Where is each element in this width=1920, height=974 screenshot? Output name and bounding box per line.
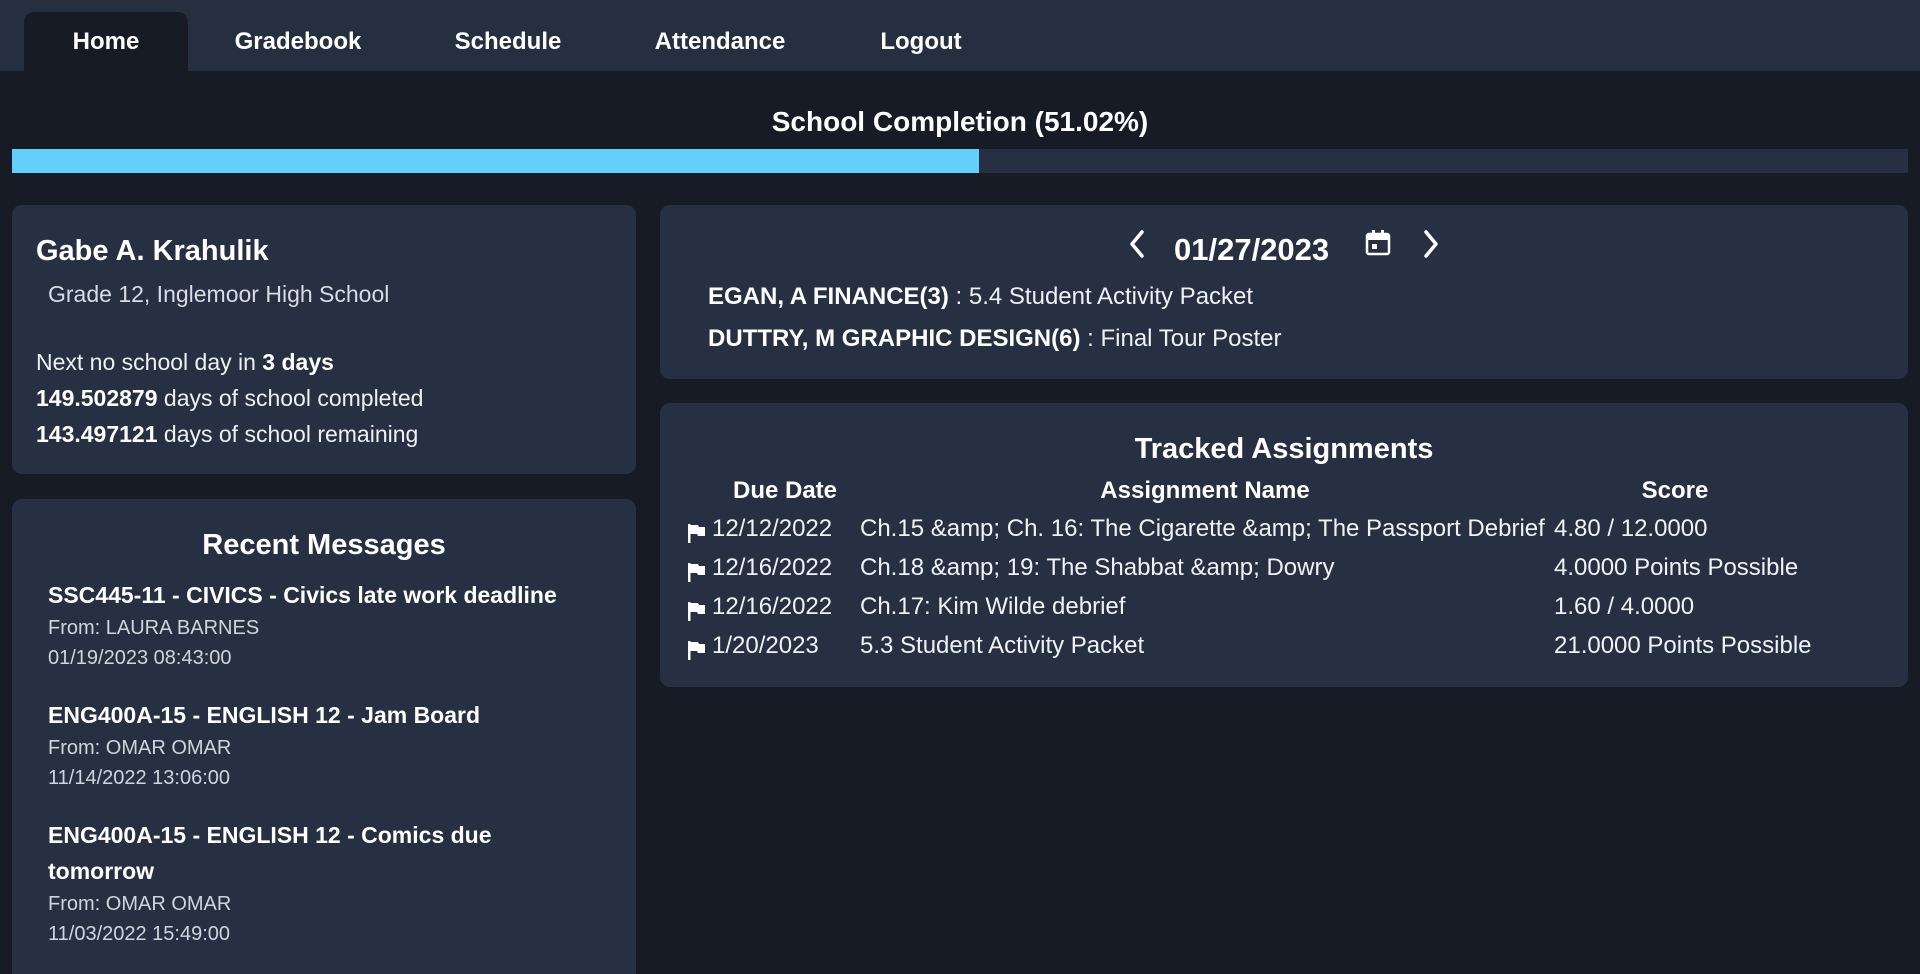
- assignment-name: : Final Tour Poster: [1080, 325, 1282, 352]
- class-name: EGAN, A FINANCE(3): [708, 283, 949, 310]
- message-date: 01/19/2023 08:43:00: [48, 647, 232, 669]
- column-header-due-date: Due Date: [732, 477, 838, 504]
- message-title[interactable]: ENG400A-15 - ENGLISH 12 - Jam Board: [48, 697, 608, 733]
- student-name: Gabe A. Krahulik: [36, 235, 269, 267]
- message-from: From: OMAR OMAR: [48, 893, 232, 915]
- due-date-cell: 1/20/2023: [712, 632, 819, 659]
- tab-logout[interactable]: Logout: [856, 12, 986, 71]
- assignment-name-cell: Ch.18 &amp; 19: The Shabbat &amp; Dowry: [860, 554, 1335, 581]
- table-row[interactable]: 12/16/2022 Ch.18 &amp; 19: The Shabbat &…: [686, 554, 1886, 590]
- profile-card: Gabe A. Krahulik Grade 12, Inglemoor Hig…: [12, 205, 636, 474]
- due-date-cell: 12/16/2022: [712, 554, 833, 581]
- message-date: 11/14/2022 13:06:00: [48, 767, 231, 789]
- score-cell: 21.0000 Points Possible: [1554, 632, 1812, 659]
- days-completed-stat: 149.502879 days of school completed: [36, 385, 423, 412]
- assignment-name-cell: Ch.17: Kim Wilde debrief: [860, 593, 1126, 620]
- selected-date: 01/27/2023: [1174, 232, 1330, 267]
- tab-schedule[interactable]: Schedule: [432, 12, 584, 71]
- tab-gradebook[interactable]: Gradebook: [210, 12, 386, 71]
- assignment-name-cell: Ch.15 &amp; Ch. 16: The Cigarette &amp; …: [860, 515, 1545, 542]
- next-no-school-stat: Next no school day in 3 days: [36, 349, 334, 376]
- chevron-right-icon[interactable]: [1418, 228, 1444, 265]
- table-row[interactable]: 1/20/2023 5.3 Student Activity Packet 21…: [686, 632, 1886, 668]
- days-remaining-value: 143.497121: [36, 421, 158, 447]
- assignment-name-cell: 5.3 Student Activity Packet: [860, 632, 1145, 659]
- table-row[interactable]: 12/16/2022 Ch.17: Kim Wilde debrief 1.60…: [686, 593, 1886, 629]
- completion-title: School Completion (51.02%): [771, 106, 1149, 137]
- days-remaining-label: days of school remaining: [157, 421, 419, 447]
- message-from: From: LAURA BARNES: [48, 617, 260, 639]
- message-title[interactable]: SSC445-11 - CIVICS - Civics late work de…: [48, 577, 608, 613]
- assignment-name: : 5.4 Student Activity Packet: [948, 283, 1254, 310]
- score-cell: 4.0000 Points Possible: [1554, 554, 1799, 581]
- score-cell: 4.80 / 12.0000: [1554, 515, 1708, 542]
- flag-icon[interactable]: [686, 522, 708, 549]
- tab-home[interactable]: Home: [24, 12, 188, 71]
- chevron-left-icon[interactable]: [1124, 228, 1150, 265]
- recent-messages-card: Recent Messages SSC445-11 - CIVICS - Civ…: [12, 499, 636, 974]
- message-date: 11/03/2022 15:49:00: [48, 923, 231, 945]
- student-grade-school: Grade 12, Inglemoor High School: [48, 281, 390, 307]
- score-cell: 1.60 / 4.0000: [1554, 593, 1695, 620]
- completion-progress-fill: [12, 149, 980, 173]
- flag-icon[interactable]: [686, 639, 708, 666]
- flag-icon[interactable]: [686, 600, 708, 627]
- next-no-school-label: Next no school day in: [36, 349, 263, 375]
- top-nav: Home Gradebook Schedule Attendance Logou…: [0, 0, 1920, 71]
- column-header-assignment-name: Assignment Name: [1100, 477, 1310, 504]
- flag-icon[interactable]: [686, 561, 708, 588]
- due-date-cell: 12/16/2022: [712, 593, 833, 620]
- tracked-assignments-heading: Tracked Assignments: [1134, 433, 1434, 465]
- class-name: DUTTRY, M GRAPHIC DESIGN(6): [708, 325, 1081, 352]
- message-from: From: OMAR OMAR: [48, 737, 232, 759]
- message-title[interactable]: ENG400A-15 - ENGLISH 12 - Comics due tom…: [48, 817, 588, 889]
- next-no-school-value: 3 days: [262, 349, 334, 375]
- calendar-icon[interactable]: [1364, 229, 1392, 262]
- completion-progress-bar: [12, 149, 1908, 173]
- days-completed-value: 149.502879: [36, 385, 158, 411]
- day-assignment-item: EGAN, A FINANCE(3) : 5.4 Student Activit…: [708, 283, 1253, 311]
- days-remaining-stat: 143.497121 days of school remaining: [36, 421, 418, 448]
- tab-attendance[interactable]: Attendance: [630, 12, 810, 71]
- column-header-score: Score: [1641, 477, 1709, 504]
- recent-messages-heading: Recent Messages: [202, 529, 446, 561]
- day-assignment-item: DUTTRY, M GRAPHIC DESIGN(6) : Final Tour…: [708, 325, 1281, 353]
- days-completed-label: days of school completed: [157, 385, 424, 411]
- due-date-cell: 12/12/2022: [712, 515, 833, 542]
- table-row[interactable]: 12/12/2022 Ch.15 &amp; Ch. 16: The Cigar…: [686, 515, 1886, 551]
